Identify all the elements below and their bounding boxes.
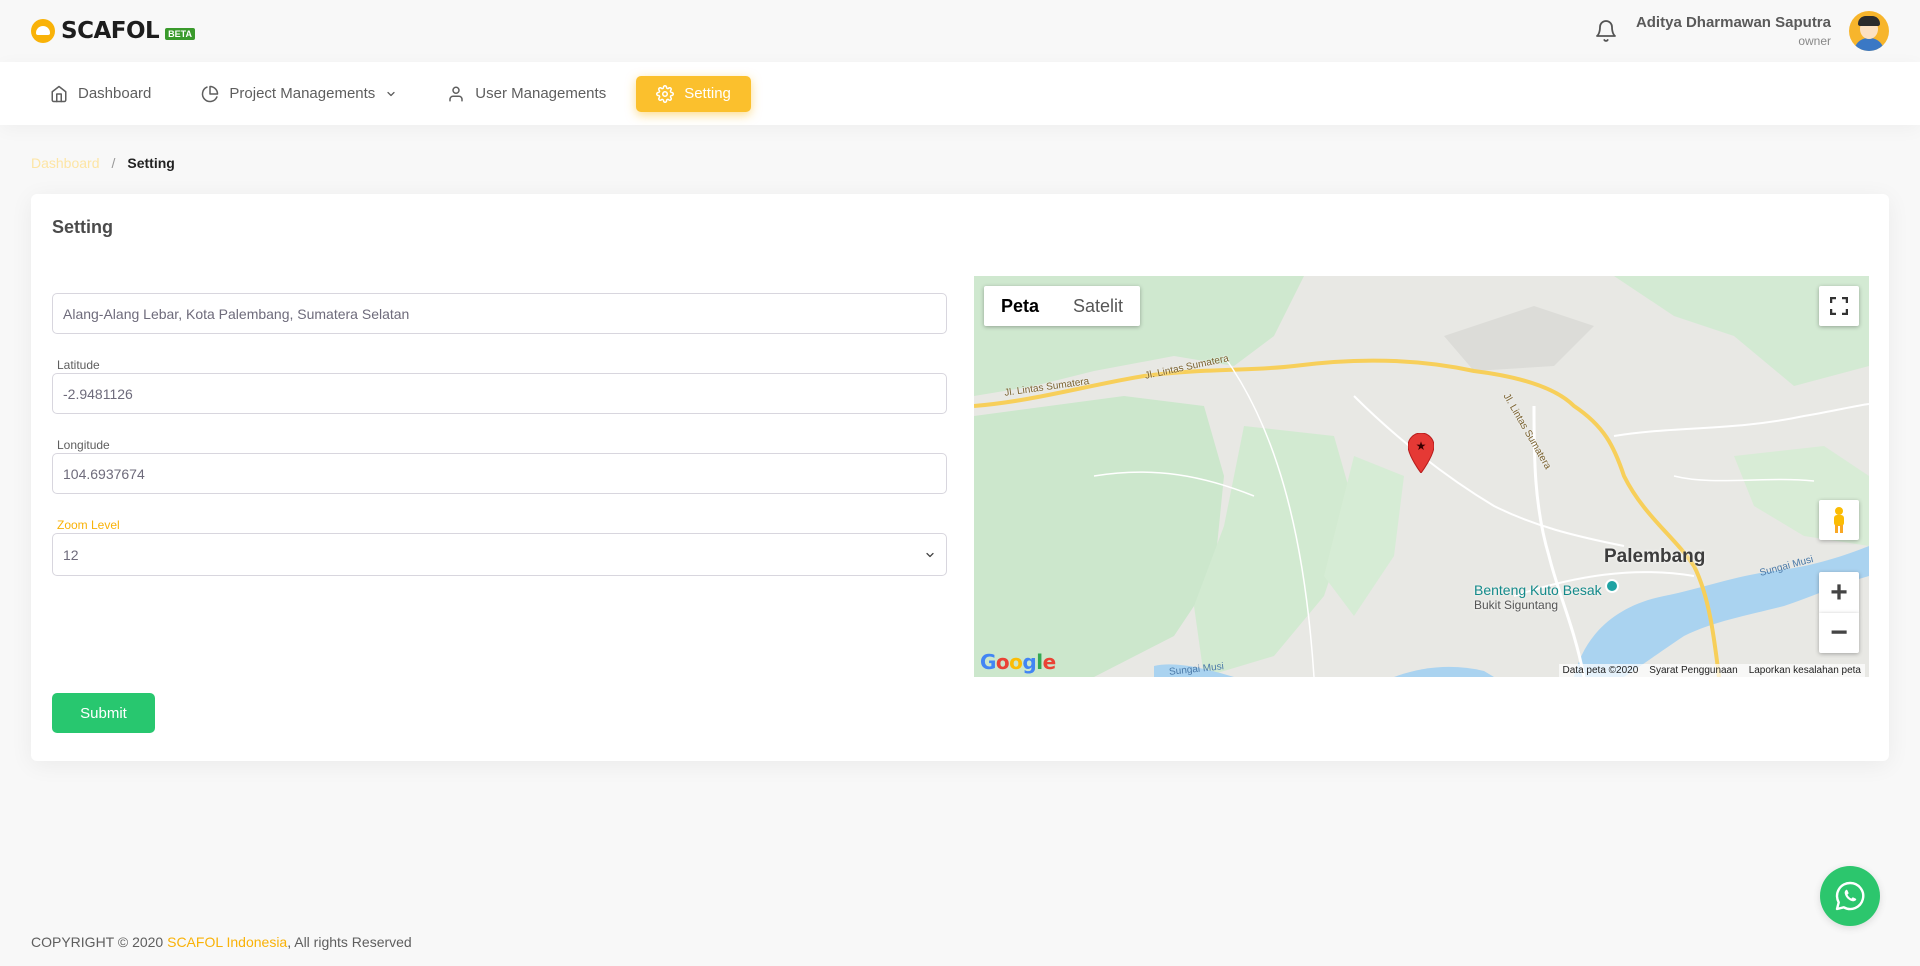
svg-text:★: ★: [1416, 439, 1427, 453]
nav-item-setting[interactable]: Setting: [636, 75, 751, 112]
user-name: Aditya Dharmawan Saputra: [1635, 14, 1831, 31]
footer-company-link[interactable]: SCAFOL Indonesia: [167, 934, 287, 950]
camera-icon: [1605, 579, 1619, 593]
zoom-level-select[interactable]: 12: [52, 533, 947, 576]
map-attribution: Data peta ©2020 Syarat Penggunaan Lapork…: [1558, 664, 1865, 677]
area-label: Bukit Siguntang: [1474, 598, 1559, 612]
breadcrumb-current: Setting: [127, 155, 175, 171]
settings-icon: [656, 84, 675, 103]
map-data-credit: Data peta ©2020: [1562, 665, 1639, 676]
pie-chart-icon: [202, 85, 219, 102]
footer-suffix: , All rights Reserved: [287, 934, 412, 950]
beta-badge: BETA: [165, 28, 196, 40]
fullscreen-icon: [1830, 297, 1848, 315]
breadcrumb-dashboard-link[interactable]: Dashboard: [31, 155, 100, 171]
nav-label: Project Managements: [229, 85, 376, 102]
nav-label: Setting: [684, 85, 731, 102]
latitude-value: -2.9481126: [63, 385, 133, 402]
whatsapp-button[interactable]: [1820, 866, 1880, 926]
whatsapp-icon: [1835, 881, 1865, 911]
zoom-in-button[interactable]: +: [1819, 572, 1859, 613]
address-value: Alang-Alang Lebar, Kota Palembang, Sumat…: [63, 305, 410, 322]
chevron-down-icon: [387, 91, 395, 96]
terms-link[interactable]: Syarat Penggunaan: [1649, 665, 1737, 676]
fullscreen-button[interactable]: [1819, 286, 1859, 326]
map-type-satellite-button[interactable]: Satelit: [1056, 286, 1140, 326]
street-view-button[interactable]: [1819, 500, 1859, 540]
latitude-label: Latitude: [57, 358, 100, 372]
map-type-control: Peta Satelit: [984, 286, 1141, 326]
user-role: owner: [1798, 34, 1831, 48]
map-view[interactable]: Jl. Lintas Sumatera Jl. Lintas Sumatera …: [974, 276, 1869, 677]
setting-form: Alang-Alang Lebar, Kota Palembang, Sumat…: [52, 293, 947, 576]
map-type-map-button[interactable]: Peta: [984, 286, 1056, 326]
nav-item-dashboard[interactable]: Dashboard: [30, 76, 171, 112]
footer-prefix: COPYRIGHT © 2020: [31, 934, 168, 950]
nav-label: Dashboard: [78, 85, 152, 102]
google-logo[interactable]: Google: [980, 650, 1056, 674]
home-icon: [51, 85, 67, 102]
longitude-label: Longitude: [57, 438, 110, 452]
page-title: Setting: [52, 217, 113, 237]
breadcrumb: Dashboard / Setting: [31, 155, 175, 171]
footer: COPYRIGHT © 2020 SCAFOL Indonesia, All r…: [31, 934, 412, 950]
chevron-down-icon: [926, 552, 934, 557]
map-tiles: [974, 276, 1869, 677]
latitude-input[interactable]: -2.9481126: [52, 373, 947, 414]
user-area: Aditya Dharmawan Saputra owner: [1594, 11, 1889, 51]
longitude-input[interactable]: 104.6937674: [52, 453, 947, 494]
pegman-icon: [1834, 507, 1844, 533]
helmet-icon: [31, 19, 55, 43]
zoom-level-label: Zoom Level: [57, 518, 120, 532]
nav-label: User Managements: [475, 85, 607, 102]
user-info[interactable]: Aditya Dharmawan Saputra owner: [1636, 14, 1831, 48]
nav-item-user-managements[interactable]: User Managements: [427, 76, 626, 112]
poi-label[interactable]: Benteng Kuto Besak: [1474, 582, 1602, 598]
brand-logo[interactable]: SCAFOL BETA: [31, 18, 196, 44]
report-error-link[interactable]: Laporkan kesalahan peta: [1749, 665, 1861, 676]
zoom-out-button[interactable]: −: [1819, 613, 1859, 653]
submit-button[interactable]: Submit: [52, 693, 155, 733]
brand-name: SCAFOL: [61, 18, 160, 44]
main-nav: Dashboard Project Managements User Manag…: [0, 62, 1920, 125]
location-pin-icon[interactable]: ★: [1408, 433, 1434, 473]
longitude-value: 104.6937674: [63, 465, 145, 482]
avatar[interactable]: [1849, 11, 1889, 51]
address-input[interactable]: Alang-Alang Lebar, Kota Palembang, Sumat…: [52, 293, 947, 334]
top-header: SCAFOL BETA Aditya Dharmawan Saputra own…: [0, 0, 1920, 62]
setting-card: Setting Alang-Alang Lebar, Kota Palemban…: [31, 194, 1889, 761]
zoom-level-value: 12: [63, 546, 79, 563]
city-label: Palembang: [1604, 546, 1706, 567]
nav-item-project-managements[interactable]: Project Managements: [181, 76, 417, 112]
user-icon: [449, 86, 464, 101]
breadcrumb-separator: /: [111, 155, 116, 171]
bell-icon[interactable]: [1594, 18, 1618, 44]
